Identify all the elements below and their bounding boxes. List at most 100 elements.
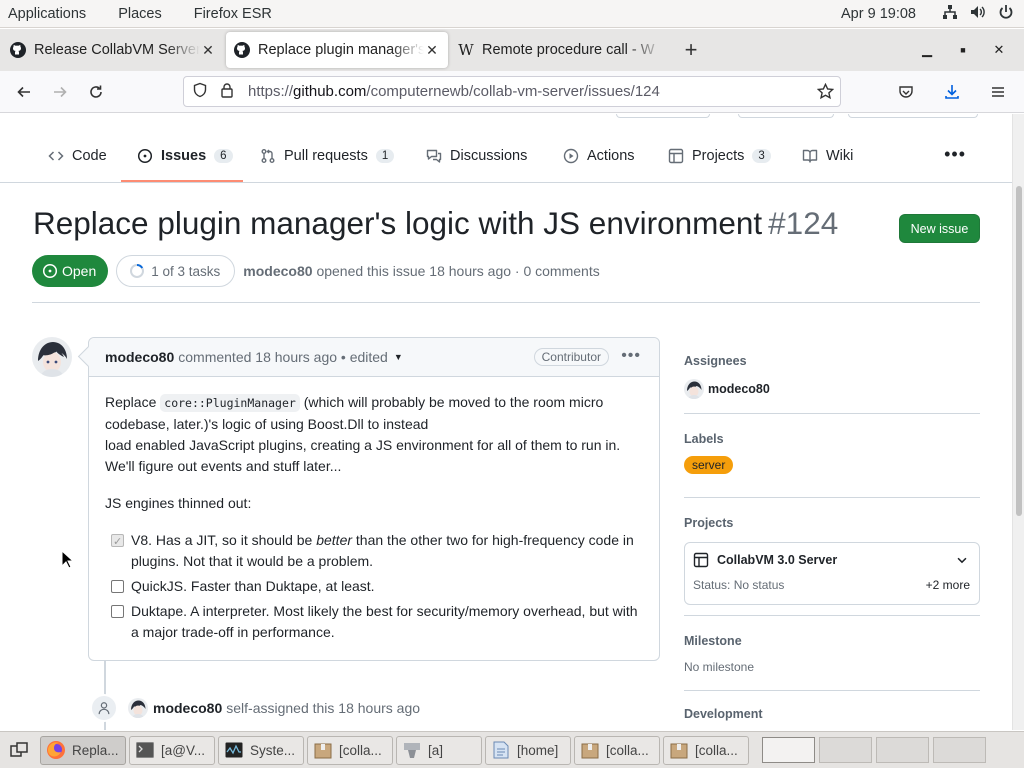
labels-heading[interactable]: Labels — [684, 414, 980, 446]
comment-options-kebab-icon[interactable]: ••• — [621, 347, 641, 365]
workspace-1[interactable] — [762, 737, 815, 763]
active-app-label[interactable]: Firefox ESR — [186, 6, 280, 22]
lock-icon[interactable] — [220, 82, 234, 102]
repo-action-button-partial[interactable] — [848, 114, 978, 118]
project-status[interactable]: Status: No status — [693, 578, 784, 592]
comment-timestamp[interactable]: commented 18 hours ago • edited — [178, 349, 388, 365]
tab-code[interactable]: Code — [48, 148, 107, 164]
edit-history-dropdown-icon[interactable]: ▼ — [394, 352, 403, 362]
project-name[interactable]: CollabVM 3.0 Server — [693, 552, 837, 568]
clock[interactable]: Apr 9 19:08 — [841, 6, 916, 22]
archive-icon — [669, 740, 689, 760]
project-card[interactable]: CollabVM 3.0 Server Status: No status +2… — [684, 542, 980, 605]
taskbar-item-label: Syste... — [250, 742, 296, 758]
tab-projects[interactable]: Projects 3 — [668, 148, 771, 164]
close-window-button[interactable]: ✕ — [990, 42, 1008, 58]
tab-wiki[interactable]: Wiki — [802, 148, 853, 164]
volume-icon[interactable] — [970, 4, 986, 24]
forward-button[interactable] — [42, 76, 78, 108]
header-divider — [32, 302, 980, 303]
assignees-heading[interactable]: Assignees — [684, 344, 980, 368]
close-icon[interactable]: ✕ — [424, 42, 440, 59]
places-menu[interactable]: Places — [110, 6, 186, 22]
workspace-3[interactable] — [876, 737, 929, 763]
issue-meta: modeco80 opened this issue 18 hours ago … — [243, 263, 599, 279]
label-server[interactable]: server — [684, 456, 734, 474]
taskbar-item-firefox[interactable]: Repla... — [40, 735, 126, 765]
page-scrollbar[interactable] — [1012, 114, 1024, 730]
scrollbar-thumb[interactable] — [1016, 186, 1022, 516]
maximize-button[interactable]: ■ — [954, 45, 972, 55]
url-text[interactable]: https://github.com/computernewb/collab-v… — [248, 83, 660, 100]
selected-tab-underline — [121, 180, 243, 182]
taskbar-item-label: Repla... — [72, 742, 119, 758]
taskbar-item-label: [a@V... — [161, 742, 205, 758]
task-checkbox-checked[interactable] — [111, 532, 124, 553]
network-icon[interactable] — [942, 4, 958, 24]
taskbar-item-archive[interactable]: [colla... — [663, 735, 749, 765]
author-avatar[interactable] — [32, 337, 72, 377]
workspace-2[interactable] — [819, 737, 872, 763]
more-tabs-kebab-icon[interactable]: ••• — [944, 144, 966, 165]
close-icon[interactable]: ✕ — [200, 42, 216, 59]
taskbar-item-terminal[interactable]: [a@V... — [129, 735, 215, 765]
comment-author-link[interactable]: modeco80 — [105, 349, 174, 365]
issues-count: 6 — [214, 149, 233, 163]
hamburger-menu-icon[interactable] — [980, 76, 1016, 108]
taskbar-item-file-manager[interactable]: [a] — [396, 735, 482, 765]
state-badge-open: Open — [32, 255, 109, 287]
play-icon — [563, 148, 579, 164]
reload-button[interactable] — [78, 76, 114, 108]
taskbar-item-label: [home] — [517, 742, 559, 758]
tab-release-collabvm[interactable]: Release CollabVM Server ✕ — [2, 32, 224, 68]
tab-actions[interactable]: Actions — [563, 148, 635, 164]
project-more-link[interactable]: +2 more — [926, 578, 970, 592]
tab-remote-procedure-call[interactable]: W Remote procedure call - W — [450, 32, 672, 68]
shield-icon[interactable] — [192, 82, 208, 102]
taskbar-item-system-monitor[interactable]: Syste... — [218, 735, 304, 765]
event-author-avatar[interactable] — [128, 698, 148, 718]
assignee-avatar — [684, 379, 704, 399]
taskbar-item-text-editor[interactable]: [home] — [485, 735, 571, 765]
projects-heading[interactable]: Projects — [684, 498, 980, 530]
tab-pull-requests[interactable]: Pull requests 1 — [260, 148, 395, 164]
terminal-icon — [135, 740, 155, 760]
tab-replace-plugin-manager[interactable]: Replace plugin manager's ✕ — [226, 32, 448, 68]
address-bar[interactable]: https://github.com/computernewb/collab-v… — [183, 76, 841, 107]
taskbar-item-archive[interactable]: [colla... — [307, 735, 393, 765]
tab-discussions[interactable]: Discussions — [426, 148, 527, 164]
repo-action-button-partial[interactable] — [616, 114, 710, 118]
inline-code: core::PluginManager — [160, 394, 300, 412]
pocket-icon[interactable] — [888, 76, 924, 108]
new-tab-button[interactable]: + — [676, 37, 706, 63]
issue-opened-icon — [137, 148, 153, 164]
minimize-button[interactable]: ▁ — [918, 42, 936, 58]
navigation-toolbar: https://github.com/computernewb/collab-v… — [0, 71, 1024, 113]
bookmark-star-icon[interactable] — [816, 82, 835, 104]
milestone-heading[interactable]: Milestone — [684, 616, 980, 648]
comment-body: Replace core::PluginManager (which will … — [89, 377, 659, 643]
assignee-item[interactable]: modeco80 — [684, 379, 980, 399]
tab-issues[interactable]: Issues 6 — [137, 148, 233, 164]
taskbar-item-label: [colla... — [339, 742, 382, 758]
power-icon[interactable] — [998, 4, 1014, 24]
task-checkbox[interactable] — [111, 605, 124, 618]
new-issue-button[interactable]: New issue — [899, 214, 980, 243]
repo-action-button-partial[interactable] — [738, 114, 834, 118]
issue-author-link[interactable]: modeco80 — [243, 263, 312, 279]
downloads-icon[interactable] — [934, 76, 970, 108]
task-list-item: V8. Has a JIT, so it should be better th… — [105, 530, 643, 572]
archive-icon — [580, 740, 600, 760]
workspace-4[interactable] — [933, 737, 986, 763]
taskbar-item-archive[interactable]: [colla... — [574, 735, 660, 765]
repo-navigation: Code Issues 6 Pull requests 1 Discussion… — [0, 114, 1012, 183]
event-author-link[interactable]: modeco80 — [153, 700, 222, 716]
show-desktop-icon[interactable] — [4, 736, 34, 764]
development-heading[interactable]: Development — [684, 691, 980, 721]
mouse-cursor-icon — [61, 550, 73, 569]
back-button[interactable] — [6, 76, 42, 108]
task-progress-badge[interactable]: 1 of 3 tasks — [116, 255, 236, 287]
chevron-down-icon[interactable] — [955, 553, 969, 570]
task-checkbox[interactable] — [111, 580, 124, 593]
applications-menu[interactable]: Applications — [0, 6, 110, 22]
